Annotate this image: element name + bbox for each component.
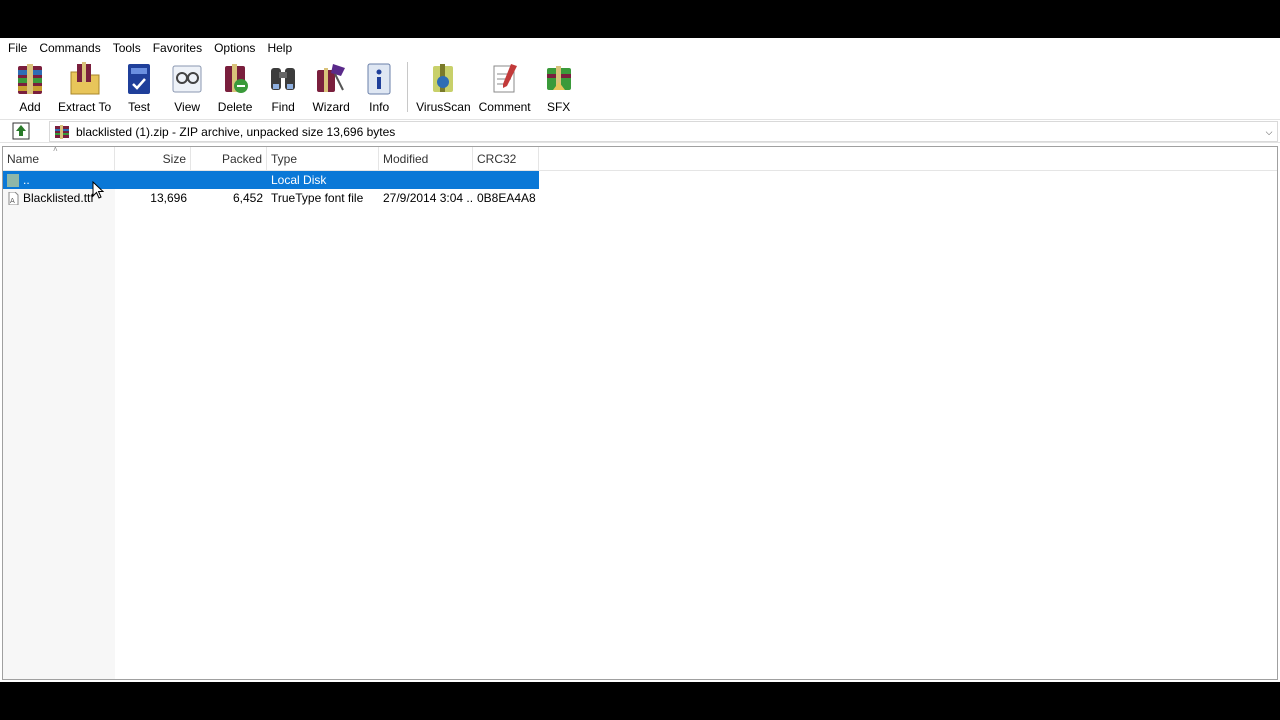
- extract-to-label: Extract To: [58, 100, 112, 114]
- parent-folder-icon: [7, 173, 19, 187]
- test-label: Test: [128, 100, 151, 114]
- virusscan-icon: [423, 60, 463, 98]
- sorted-column-highlight: [3, 171, 115, 679]
- find-button[interactable]: Find: [259, 60, 307, 114]
- sfx-label: SFX: [546, 100, 571, 114]
- find-label: Find: [271, 100, 295, 114]
- winrar-archive-icon: [55, 124, 69, 139]
- list-item-file[interactable]: A Blacklisted.ttf 13,696 6,452 TrueType …: [3, 189, 539, 207]
- toolbar: Add Extract To Test View Delete Find Wiz…: [0, 58, 1280, 116]
- delete-button[interactable]: Delete: [211, 60, 259, 114]
- view-label: View: [174, 100, 201, 114]
- info-label: Info: [369, 100, 390, 114]
- info-button[interactable]: Info: [355, 60, 403, 114]
- column-header-type[interactable]: Type: [267, 147, 379, 171]
- delete-label: Delete: [217, 100, 253, 114]
- toolbar-separator: [407, 62, 409, 112]
- svg-text:A: A: [10, 197, 15, 205]
- virusscan-button[interactable]: VirusScan: [412, 60, 474, 114]
- menu-favorites[interactable]: Favorites: [147, 38, 208, 58]
- virusscan-label: VirusScan: [416, 100, 471, 114]
- wizard-button[interactable]: Wizard: [307, 60, 355, 114]
- column-header-packed[interactable]: Packed: [191, 147, 267, 171]
- column-header-row: Name ˄ Size Packed Type Modified CRC32: [3, 147, 1277, 171]
- add-label: Add: [19, 100, 41, 114]
- row-type: TrueType font file: [271, 191, 364, 205]
- view-icon: [167, 60, 207, 98]
- archive-path-field[interactable]: blacklisted (1).zip - ZIP archive, unpac…: [49, 121, 1278, 142]
- find-icon: [263, 60, 303, 98]
- info-icon: [359, 60, 399, 98]
- menu-options[interactable]: Options: [208, 38, 261, 58]
- test-icon: [119, 60, 159, 98]
- winrar-window: File Commands Tools Favorites Options He…: [0, 38, 1280, 682]
- view-button[interactable]: View: [163, 60, 211, 114]
- sfx-button[interactable]: SFX: [535, 60, 583, 114]
- chevron-down-icon[interactable]: ⌵: [1263, 125, 1275, 139]
- test-button[interactable]: Test: [115, 60, 163, 114]
- column-header-name-label: Name: [7, 152, 40, 166]
- row-name: Blacklisted.ttf: [23, 191, 94, 205]
- column-header-size[interactable]: Size: [115, 147, 191, 171]
- address-bar: blacklisted (1).zip - ZIP archive, unpac…: [0, 119, 1280, 143]
- column-header-crc32[interactable]: CRC32: [473, 147, 539, 171]
- sort-up-arrow-icon: ˄: [53, 146, 58, 154]
- wizard-icon: [311, 60, 351, 98]
- menu-tools[interactable]: Tools: [107, 38, 147, 58]
- list-item-parent[interactable]: .. Local Disk: [3, 171, 539, 189]
- extract-to-button[interactable]: Extract To: [54, 60, 115, 114]
- comment-button[interactable]: Comment: [475, 60, 535, 114]
- mouse-cursor-icon: [92, 181, 104, 199]
- row-size: 13,696: [150, 191, 187, 205]
- wizard-label: Wizard: [312, 100, 350, 114]
- sfx-icon: [539, 60, 579, 98]
- add-button[interactable]: Add: [6, 60, 54, 114]
- font-file-icon: A: [8, 191, 19, 205]
- archive-path-text: blacklisted (1).zip - ZIP archive, unpac…: [76, 124, 396, 139]
- row-packed: 6,452: [232, 191, 263, 205]
- delete-icon: [215, 60, 255, 98]
- menu-bar: File Commands Tools Favorites Options He…: [0, 38, 1280, 58]
- comment-label: Comment: [478, 100, 531, 114]
- column-header-modified[interactable]: Modified: [379, 147, 473, 171]
- up-one-level-button[interactable]: [9, 120, 33, 142]
- comment-icon: [485, 60, 525, 98]
- row-name: ..: [23, 173, 30, 187]
- menu-help[interactable]: Help: [261, 38, 298, 58]
- menu-file[interactable]: File: [2, 38, 33, 58]
- row-type: Local Disk: [271, 173, 327, 187]
- file-list: Name ˄ Size Packed Type Modified CRC32 .…: [2, 146, 1278, 680]
- extract-to-icon: [65, 60, 105, 98]
- up-arrow-icon: [12, 122, 30, 140]
- row-crc32: 0B8EA4A8: [477, 191, 536, 205]
- add-icon: [10, 60, 50, 98]
- menu-commands[interactable]: Commands: [33, 38, 106, 58]
- column-header-name[interactable]: Name ˄: [3, 147, 115, 171]
- row-modified: 27/9/2014 3:04 ...: [383, 191, 473, 205]
